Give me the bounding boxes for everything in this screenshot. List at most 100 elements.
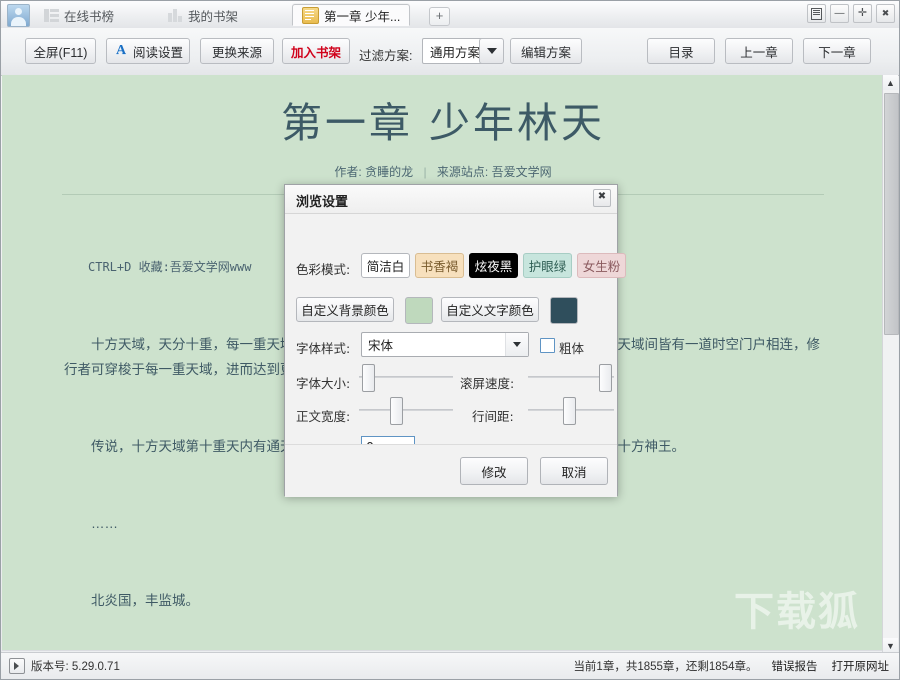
list-view-button[interactable] — [807, 4, 826, 23]
source-site-label: 来源站点: 吾爱文学网 — [436, 165, 552, 179]
filter-plan-dropdown-button[interactable] — [479, 38, 504, 64]
paragraph: 北炎国，丰监城。 — [91, 593, 199, 608]
statusbar: 版本号: 5.29.0.71 当前1章，共1855章，还剩1854章。 错误报告… — [1, 652, 899, 679]
scroll-speed-slider[interactable] — [528, 362, 614, 392]
bookshelf-bars-icon — [168, 8, 183, 23]
meta-separator: | — [423, 165, 427, 179]
dialog-titlebar: 浏览设置 ✖ — [285, 185, 617, 214]
author-label: 作者: 贪睡的龙 — [334, 165, 414, 179]
line-spacing-slider[interactable] — [528, 395, 614, 425]
line-spacing-label: 行间距: — [472, 409, 514, 424]
tab-my-bookshelf[interactable]: 我的书架 — [159, 4, 247, 26]
custom-text-color-swatch[interactable] — [550, 297, 578, 324]
chapter-meta: 作者: 贪睡的龙 | 来源站点: 吾爱文学网 — [2, 163, 884, 180]
chevron-down-icon — [486, 48, 497, 54]
confirm-button[interactable]: 修改 — [460, 457, 528, 485]
fullscreen-button[interactable]: 全屏(F11) — [25, 38, 96, 64]
color-mode-night-black[interactable]: 炫夜黑 — [469, 253, 518, 278]
maximize-button[interactable]: ✛ — [853, 4, 872, 23]
color-mode-label-text: 书香褐 — [420, 259, 459, 274]
scrollbar-thumb[interactable] — [884, 93, 899, 335]
font-size-slider[interactable] — [359, 362, 453, 392]
color-mode-label-text: 简洁白 — [366, 259, 405, 274]
add-to-bookshelf-button[interactable]: 加入书架 — [282, 38, 350, 64]
user-avatar-icon[interactable] — [7, 4, 30, 27]
dialog-footer: 修改 取消 — [285, 444, 617, 497]
slider-knob[interactable] — [361, 364, 375, 392]
scroll-up-arrow-icon[interactable]: ▲ — [883, 75, 898, 90]
paragraph: …… — [91, 516, 118, 531]
prev-chapter-button[interactable]: 上一章 — [725, 38, 793, 64]
vertical-scrollbar[interactable]: ▲ ▼ — [882, 75, 899, 653]
filter-plan-label: 过滤方案: — [359, 49, 413, 63]
font-size-label: 字体大小: — [296, 376, 351, 391]
prev-chapter-label: 上一章 — [740, 45, 778, 60]
list-lines-icon — [44, 8, 59, 23]
open-original-url-link[interactable]: 打开原网址 — [832, 658, 890, 674]
fullscreen-label: 全屏(F11) — [33, 45, 88, 60]
color-mode-book-brown[interactable]: 书香褐 — [415, 253, 464, 278]
custom-background-color-swatch[interactable] — [405, 297, 433, 324]
custom-text-color-button[interactable]: 自定义文字颜色 — [441, 297, 539, 322]
app-status-icon — [9, 658, 25, 674]
toolbar: 全屏(F11) A 阅读设置 更换来源 加入书架 过滤方案: 通用方案 编辑方案… — [1, 28, 899, 76]
change-source-label: 更换来源 — [211, 45, 262, 60]
add-to-bookshelf-label: 加入书架 — [291, 45, 342, 60]
tab-label: 第一章 少年... — [324, 9, 401, 24]
edit-plan-button[interactable]: 编辑方案 — [510, 38, 582, 64]
color-mode-label-text: 炫夜黑 — [474, 259, 513, 274]
slider-track — [359, 409, 453, 411]
color-mode-label-text: 护眼绿 — [528, 259, 567, 274]
font-style-value: 宋体 — [368, 338, 394, 353]
bold-label: 粗体 — [559, 341, 585, 356]
custom-bg-label: 自定义背景颜色 — [301, 303, 389, 318]
custom-background-color-button[interactable]: 自定义背景颜色 — [296, 297, 394, 322]
catalog-button[interactable]: 目录 — [647, 38, 715, 64]
minimize-button[interactable]: — — [830, 4, 849, 23]
browse-settings-dialog: 浏览设置 ✖ 色彩模式: 简洁白 书香褐 炫夜黑 护眼绿 女生粉 自定义背景颜色 — [284, 184, 626, 497]
change-source-button[interactable]: 更换来源 — [200, 38, 274, 64]
color-mode-girl-pink[interactable]: 女生粉 — [577, 253, 626, 278]
scroll-speed-label: 滚屏速度: — [460, 376, 515, 391]
font-style-select[interactable]: 宋体 — [361, 332, 529, 357]
next-chapter-label: 下一章 — [818, 45, 856, 60]
slider-knob[interactable] — [390, 397, 404, 425]
custom-fg-label: 自定义文字颜色 — [446, 303, 534, 318]
color-mode-label-text: 女生粉 — [582, 259, 621, 274]
chapter-progress-label: 当前1章，共1855章，还剩1854章。 — [573, 661, 758, 673]
cancel-label: 取消 — [561, 464, 587, 480]
body-width-label: 正文宽度: — [296, 409, 351, 424]
next-chapter-button[interactable]: 下一章 — [803, 38, 871, 64]
close-icon[interactable]: ✖ — [593, 189, 611, 207]
version-label: 版本号: 5.29.0.71 — [31, 661, 120, 673]
color-mode-eye-green[interactable]: 护眼绿 — [523, 253, 572, 278]
cancel-button[interactable]: 取消 — [540, 457, 608, 485]
bold-checkbox[interactable] — [540, 338, 555, 353]
slider-knob[interactable] — [599, 364, 613, 392]
edit-plan-label: 编辑方案 — [521, 45, 572, 60]
tab-chapter-reader[interactable]: 第一章 少年... — [292, 4, 411, 26]
error-report-link[interactable]: 错误报告 — [772, 658, 818, 674]
chevron-down-icon — [505, 333, 528, 356]
color-mode-label: 色彩模式: — [296, 262, 351, 277]
confirm-label: 修改 — [481, 464, 507, 480]
font-style-label: 字体样式: — [296, 341, 351, 356]
dialog-title: 浏览设置 — [296, 195, 349, 210]
close-button[interactable]: ✖ — [876, 4, 895, 23]
window-controls: — ✛ ✖ — [807, 4, 895, 23]
body-width-slider[interactable] — [359, 395, 453, 425]
scroll-down-arrow-icon[interactable]: ▼ — [883, 638, 898, 653]
font-a-icon: A — [115, 43, 127, 58]
titlebar: 在线书榜 我的书架 第一章 少年... + — ✛ ✖ — [1, 1, 899, 29]
chapter-title: 第一章 少年林天 — [280, 99, 606, 147]
book-yellow-icon — [302, 6, 319, 24]
color-mode-simple-white[interactable]: 简洁白 — [361, 253, 410, 278]
tab-label: 在线书榜 — [64, 9, 115, 24]
tab-online-ranking[interactable]: 在线书榜 — [35, 4, 123, 26]
read-settings-button[interactable]: A 阅读设置 — [106, 38, 190, 64]
dialog-body: 色彩模式: 简洁白 书香褐 炫夜黑 护眼绿 女生粉 自定义背景颜色 自定义文字颜… — [285, 214, 626, 497]
reader-window: 在线书榜 我的书架 第一章 少年... + — ✛ ✖ 全屏(F11) A 阅读… — [0, 0, 900, 680]
tab-label: 我的书架 — [188, 9, 239, 24]
new-tab-button[interactable]: + — [429, 7, 450, 26]
slider-knob[interactable] — [563, 397, 577, 425]
